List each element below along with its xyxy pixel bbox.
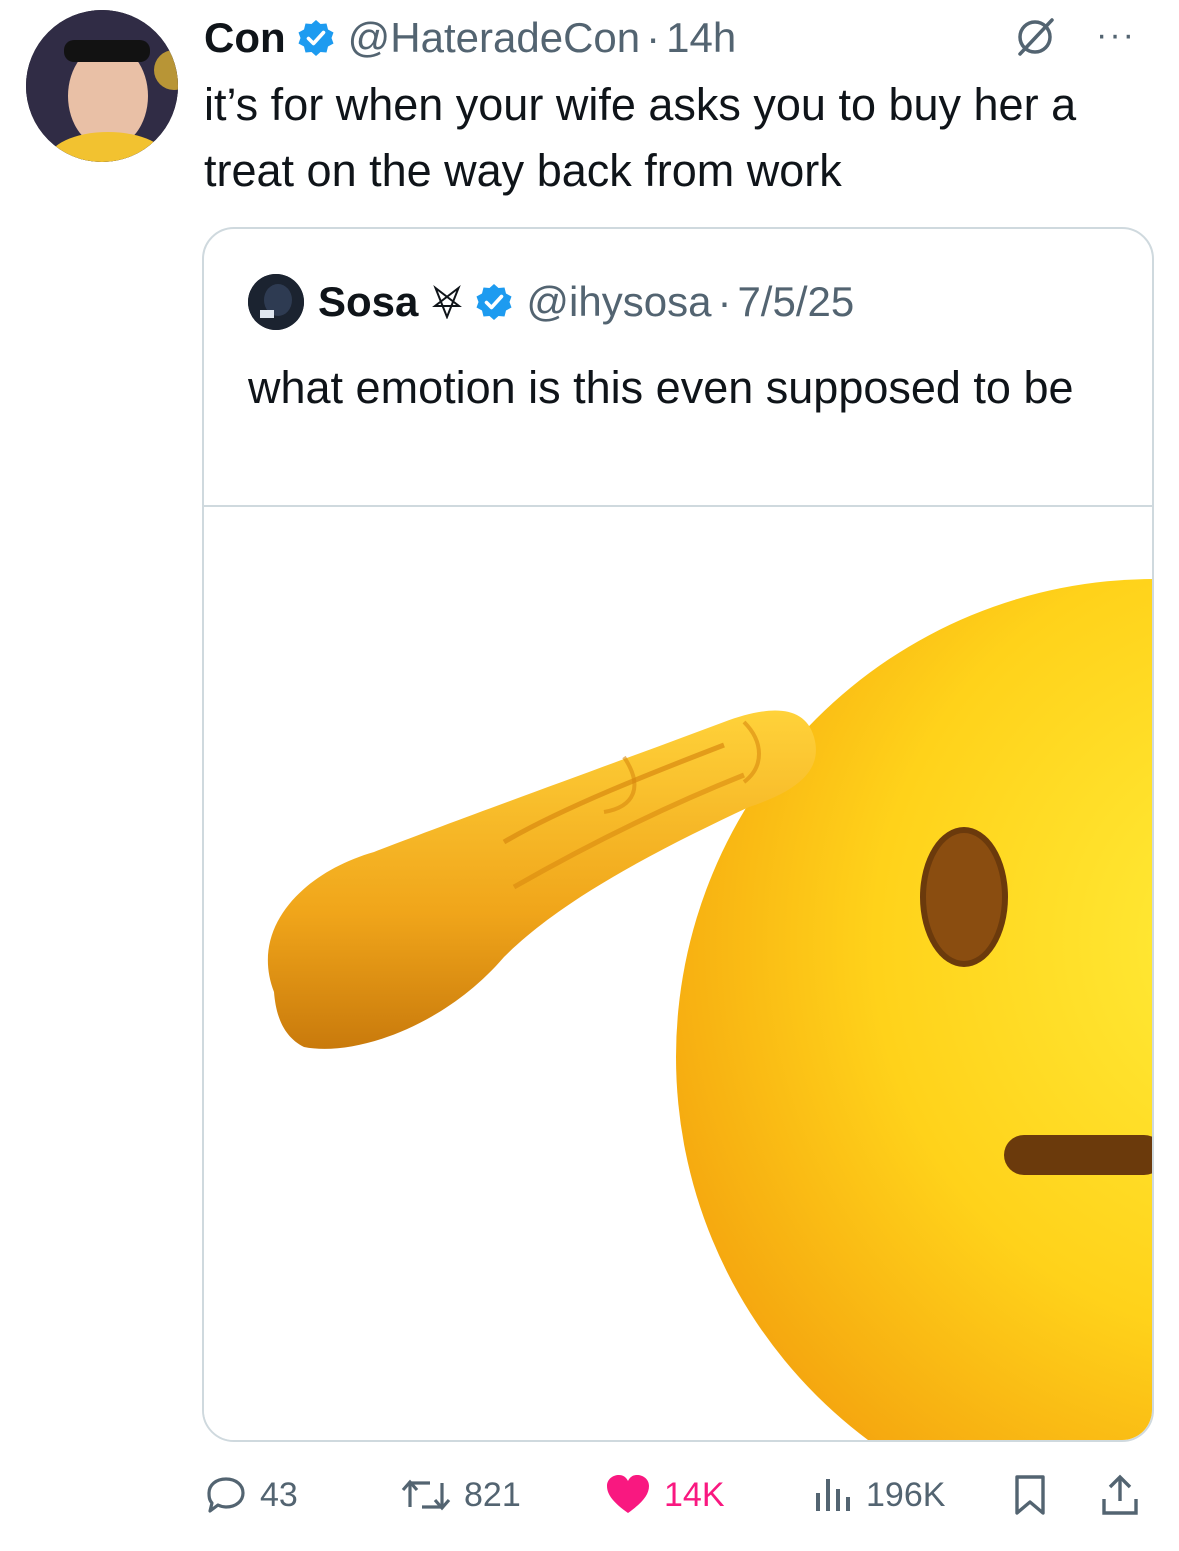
quote-verified-badge-icon [476, 284, 512, 320]
tweet-text: it’s for when your wife asks you to buy … [204, 79, 1077, 196]
quoted-tweet[interactable]: Sosa @ihysosa · 7/5/25 what emotion is t… [202, 227, 1154, 1442]
reply-icon [207, 1477, 245, 1513]
tweet-time[interactable]: 14h [666, 14, 736, 62]
quote-author-handle[interactable]: @ihysosa [526, 278, 711, 326]
like-button[interactable]: 14K [604, 1460, 725, 1530]
tweet-header: Con @HateradeCon · 14h [204, 10, 736, 66]
bookmark-button[interactable] [1010, 1460, 1062, 1530]
tweet-actions: 43 821 14K 196K [0, 1460, 1179, 1530]
view-count: 196K [866, 1475, 946, 1514]
quote-date[interactable]: 7/5/25 [737, 278, 854, 326]
repost-count: 821 [464, 1475, 521, 1514]
grok-icon[interactable] [1012, 14, 1058, 60]
author-avatar[interactable] [26, 10, 178, 162]
quote-author-name[interactable]: Sosa [318, 278, 418, 326]
quote-text: what emotion is this even supposed to be [248, 362, 1074, 413]
views-button[interactable]: 196K [810, 1460, 945, 1530]
quote-separator-dot: · [717, 278, 732, 325]
separator-dot: · [646, 14, 661, 61]
repost-icon [401, 1479, 451, 1511]
analytics-icon [816, 1479, 850, 1511]
bookmark-icon [1015, 1475, 1045, 1515]
saluting-face-emoji-icon [204, 507, 1152, 1440]
reply-count: 43 [260, 1475, 298, 1514]
reply-button[interactable]: 43 [204, 1460, 298, 1530]
quote-header: Sosa @ihysosa · 7/5/25 [248, 273, 854, 331]
repost-button[interactable]: 821 [400, 1460, 521, 1530]
verified-badge-icon [298, 20, 334, 56]
pentagram-icon [432, 285, 463, 319]
quote-media-image[interactable] [204, 505, 1152, 1440]
more-options-icon[interactable]: ··· [1096, 16, 1136, 55]
author-handle[interactable]: @HateradeCon [348, 14, 640, 62]
share-button[interactable] [1098, 1460, 1154, 1530]
share-icon [1102, 1474, 1138, 1515]
quote-author-avatar[interactable] [248, 274, 304, 330]
heart-icon [607, 1475, 649, 1513]
author-name[interactable]: Con [204, 14, 286, 62]
like-count: 14K [664, 1475, 725, 1514]
